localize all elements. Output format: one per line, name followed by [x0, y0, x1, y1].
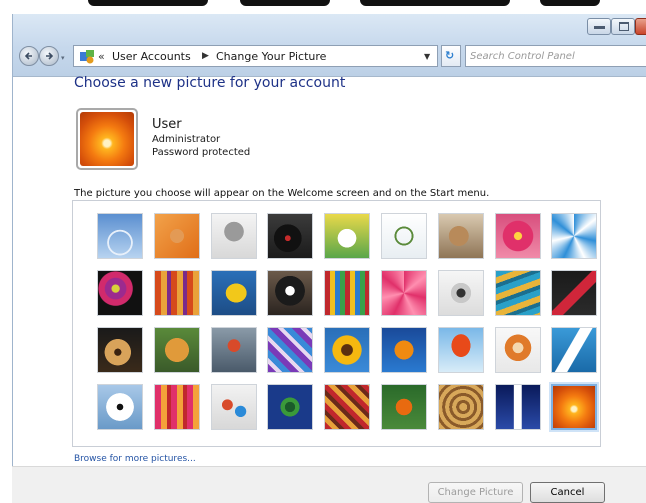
picture-robot[interactable]: [211, 213, 257, 259]
picture-woven-fabric[interactable]: [154, 270, 200, 316]
page-title: Choose a new picture for your account: [74, 75, 346, 91]
maximize-button[interactable]: [611, 18, 635, 35]
picture-starfish[interactable]: [154, 213, 200, 259]
picture-gyroscope[interactable]: [381, 213, 427, 259]
picture-sunflower[interactable]: [324, 327, 370, 373]
picture-pink-flower[interactable]: [495, 213, 541, 259]
top-crop-strip: [0, 0, 646, 14]
picture-description: The picture you choose will appear on th…: [74, 188, 490, 199]
picture-jacks[interactable]: [438, 270, 484, 316]
picture-sphere[interactable]: [97, 270, 143, 316]
cropped-text-fragment: [88, 0, 208, 6]
minimize-button[interactable]: [587, 18, 611, 35]
cancel-button[interactable]: Cancel: [530, 482, 605, 503]
picture-marbles[interactable]: [211, 384, 257, 430]
maximize-icon: [619, 22, 629, 31]
picture-guitar[interactable]: [97, 327, 143, 373]
change-picture-button[interactable]: Change Picture: [428, 482, 523, 503]
picture-kitten[interactable]: [438, 213, 484, 259]
picture-origami-crane[interactable]: [551, 270, 597, 316]
current-picture: [76, 108, 138, 170]
search-box[interactable]: [465, 45, 646, 67]
user-name: User: [152, 117, 182, 132]
picture-striped-fabric[interactable]: [154, 384, 200, 430]
picture-turntable[interactable]: [267, 213, 313, 259]
picture-toy-robot[interactable]: [211, 327, 257, 373]
picture-framed-window[interactable]: [267, 384, 313, 430]
picture-ferris-wheel[interactable]: [97, 213, 143, 259]
cropped-text-fragment: [540, 0, 600, 6]
picture-pomeranian[interactable]: [154, 327, 200, 373]
back-button[interactable]: [19, 46, 39, 66]
refresh-icon: ↻: [445, 49, 455, 62]
user-role: Administrator: [152, 134, 221, 145]
picture-matryoshka[interactable]: [495, 327, 541, 373]
search-input[interactable]: [470, 48, 638, 64]
picture-orange-daisy[interactable]: [551, 384, 597, 430]
back-arrow-icon: [24, 52, 32, 60]
picture-sailboat[interactable]: [551, 327, 597, 373]
address-bar[interactable]: « User Accounts ▶ Change Your Picture ▼: [73, 45, 438, 67]
address-overflow[interactable]: «: [98, 50, 105, 63]
picture-butterfly[interactable]: [381, 384, 427, 430]
password-status: Password protected: [152, 147, 251, 158]
picture-nautilus-shell[interactable]: [438, 384, 484, 430]
picture-yellow-leaf[interactable]: [211, 270, 257, 316]
picture-patterned-rug[interactable]: [324, 384, 370, 430]
refresh-button[interactable]: ↻: [441, 45, 461, 67]
picture-lighthouse[interactable]: [495, 384, 541, 430]
minimize-icon: [594, 26, 605, 29]
breadcrumb-separator-icon[interactable]: ▶: [202, 51, 209, 61]
forward-arrow-icon: [46, 52, 54, 60]
browse-more-pictures-link[interactable]: Browse for more pictures...: [74, 454, 196, 464]
picture-orange-fish[interactable]: [381, 327, 427, 373]
picture-lucky-cat[interactable]: [324, 213, 370, 259]
picture-pinwheel[interactable]: [551, 213, 597, 259]
address-dropdown-icon[interactable]: ▼: [424, 52, 430, 61]
picture-border-collie[interactable]: [267, 270, 313, 316]
close-button[interactable]: [635, 18, 646, 35]
forward-button[interactable]: [39, 46, 59, 66]
cropped-text-fragment: [240, 0, 330, 6]
picture-soccer-ball[interactable]: [97, 384, 143, 430]
picture-crayons[interactable]: [324, 270, 370, 316]
orange-daisy-avatar: [80, 112, 134, 166]
breadcrumb-user-accounts[interactable]: User Accounts: [112, 50, 191, 63]
picture-stairs[interactable]: [495, 270, 541, 316]
control-panel-icon: [80, 50, 94, 64]
cropped-text-fragment: [360, 0, 510, 6]
breadcrumb-change-your-picture[interactable]: Change Your Picture: [216, 50, 326, 63]
picture-pink-star-flower[interactable]: [381, 270, 427, 316]
recent-pages-dropdown[interactable]: ▾: [61, 54, 65, 62]
picture-hot-air-balloon[interactable]: [438, 327, 484, 373]
picture-gallery: [72, 200, 601, 447]
picture-painted-fabric[interactable]: [267, 327, 313, 373]
window-chrome: ▾ « User Accounts ▶ Change Your Picture …: [13, 14, 646, 77]
